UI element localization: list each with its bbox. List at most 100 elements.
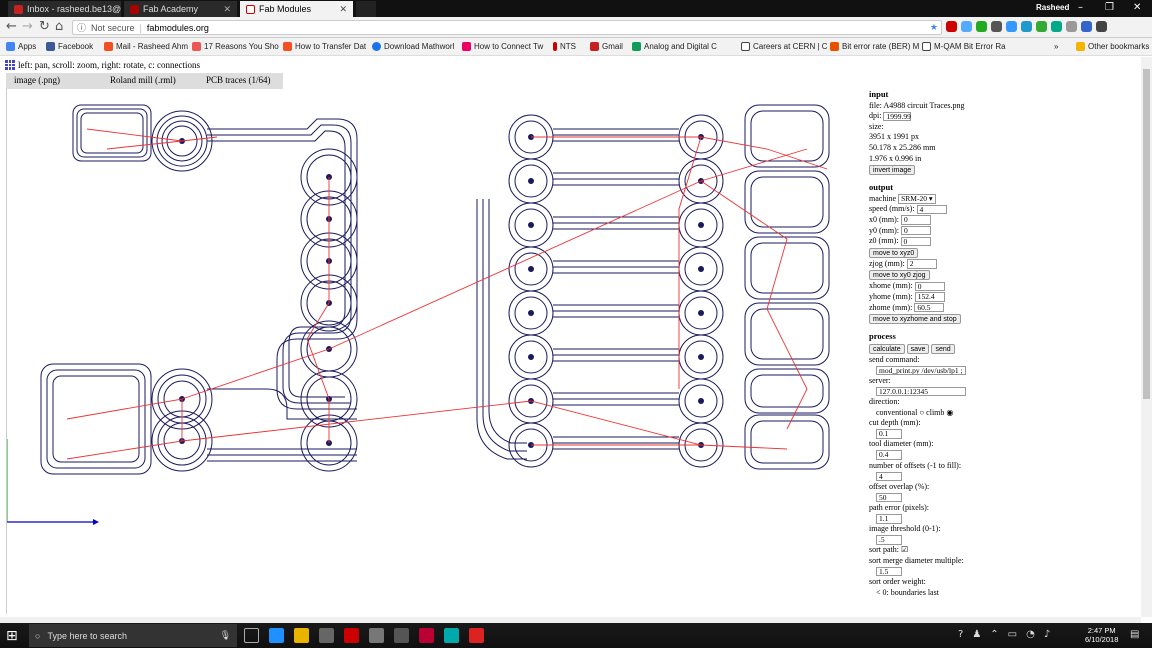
bookmark-mqam[interactable]: M-QAM Bit Error Ra: [922, 42, 1006, 51]
yhome-input[interactable]: 152.4: [914, 292, 945, 302]
extension-icon[interactable]: [1036, 21, 1047, 32]
bookmark-star-icon[interactable]: ★: [930, 22, 938, 33]
bookmark-gmail[interactable]: Gmail: [590, 42, 623, 51]
clock[interactable]: 2:47 PM 6/10/2018: [1085, 626, 1118, 644]
invert-image-button[interactable]: invert image: [869, 165, 916, 176]
offsets-input[interactable]: 4: [876, 471, 902, 482]
send-button[interactable]: send: [931, 343, 955, 354]
z0-input[interactable]: 0: [900, 236, 931, 247]
zhome-input[interactable]: 60.5: [914, 302, 945, 313]
close-icon[interactable]: ✕: [339, 4, 347, 15]
menu-icon[interactable]: [1096, 21, 1107, 32]
conventional-radio[interactable]: ○: [919, 408, 924, 417]
bookmark-ber[interactable]: Bit error rate (BER) M: [830, 42, 919, 51]
server-input[interactable]: 127.0.0.1:12345: [876, 386, 966, 397]
tab-image-png[interactable]: image (.png): [6, 73, 102, 89]
threshold-input[interactable]: .5: [876, 535, 902, 545]
store-icon[interactable]: [319, 628, 334, 643]
extension-icon[interactable]: [991, 21, 1002, 32]
bookmark-cern[interactable]: Careers at CERN | C: [741, 42, 828, 51]
file-explorer-icon[interactable]: [294, 628, 309, 643]
extension-icon[interactable]: [946, 21, 957, 32]
overlap-input[interactable]: 50: [876, 492, 902, 503]
merge-input[interactable]: 1.5: [876, 566, 902, 577]
move-xyzhome-button[interactable]: move to xyzhome and stop: [869, 314, 961, 325]
people-icon[interactable]: ♟: [972, 629, 981, 640]
minimize-icon[interactable]: –: [1078, 2, 1083, 13]
tool-diameter-input[interactable]: 0.4: [876, 450, 902, 460]
info-icon[interactable]: ⓘ: [77, 21, 86, 34]
app-icon[interactable]: [444, 628, 459, 643]
bookmark-mail[interactable]: Mail - Rasheed Ahm: [104, 42, 188, 51]
save-button[interactable]: save: [906, 343, 930, 354]
move-xy0-zjog-button[interactable]: move to xy0 zjog: [869, 270, 930, 281]
task-view-icon[interactable]: [244, 628, 259, 643]
cut-depth-input[interactable]: 0.1: [876, 429, 902, 439]
volume-icon[interactable]: ♪: [1044, 629, 1050, 640]
network-icon[interactable]: ▭: [1008, 629, 1017, 640]
taskbar-search[interactable]: ○ Type here to search 🎙: [29, 624, 237, 647]
machine-select[interactable]: SRM-20 ▾: [898, 194, 936, 204]
notifications-icon[interactable]: ▤: [1130, 629, 1139, 640]
windows-start-icon[interactable]: ⊞: [6, 628, 18, 644]
extension-icon[interactable]: [976, 21, 987, 32]
bookmark-nts[interactable]: NTS: [553, 42, 576, 51]
mail-icon[interactable]: [369, 628, 384, 643]
extension-icon[interactable]: [961, 21, 972, 32]
zjog-input[interactable]: 2: [906, 259, 937, 269]
speed-input[interactable]: 4: [916, 204, 947, 215]
tab-fab-academy[interactable]: Fab Academy ✕: [124, 1, 237, 17]
extension-icon[interactable]: [1021, 21, 1032, 32]
extension-icon[interactable]: [1081, 21, 1092, 32]
wifi-icon[interactable]: ◔: [1026, 629, 1035, 640]
x0-input[interactable]: 0: [901, 215, 931, 225]
reload-icon[interactable]: ↻: [39, 19, 50, 34]
send-command-input[interactable]: mod_print.py /dev/usb/lp1 ;: [876, 365, 966, 376]
home-icon[interactable]: ⌂: [55, 19, 63, 34]
extension-icon[interactable]: [1066, 21, 1077, 32]
path-error-input[interactable]: 1.1: [876, 514, 902, 524]
move-xyz0-button[interactable]: move to xyz0: [869, 247, 919, 258]
tab-fab-modules[interactable]: Fab Modules ✕: [240, 1, 353, 17]
bookmark-transfer[interactable]: How to Transfer Dat: [283, 42, 366, 51]
extension-icon[interactable]: [1051, 21, 1062, 32]
xhome-input[interactable]: 0: [914, 281, 945, 292]
app-icon[interactable]: [394, 628, 409, 643]
bookmark-facebook[interactable]: Facebook: [46, 42, 93, 51]
profile-name[interactable]: Rasheed: [1036, 3, 1069, 12]
bookmark-17-reasons[interactable]: 17 Reasons You Sho: [192, 42, 279, 51]
chrome-icon[interactable]: [419, 628, 434, 643]
calculate-button[interactable]: calculate: [869, 343, 905, 354]
forward-icon[interactable]: →: [22, 19, 33, 34]
tab-inbox[interactable]: Inbox - rasheed.be13@di ✕: [8, 1, 121, 17]
app-icon[interactable]: [469, 628, 484, 643]
tab-pcb-traces[interactable]: PCB traces (1/64): [198, 73, 283, 89]
show-hidden-icon[interactable]: ⌃: [990, 629, 998, 640]
dpi-input[interactable]: 1999.99: [883, 111, 912, 122]
bookmark-mathworks[interactable]: Download Mathworl: [372, 42, 454, 51]
vertical-scrollbar[interactable]: [1141, 57, 1152, 617]
bookmark-connect[interactable]: How to Connect Tw: [462, 42, 543, 51]
toolpath-view[interactable]: [6, 89, 865, 614]
climb-radio[interactable]: ◉: [946, 408, 953, 417]
y0-input[interactable]: 0: [901, 225, 931, 236]
back-icon[interactable]: ←: [6, 19, 17, 34]
close-icon[interactable]: ✕: [223, 4, 231, 15]
extension-icon[interactable]: [1006, 21, 1017, 32]
url-input[interactable]: ⓘ Not secure | fabmodules.org ★: [72, 20, 942, 35]
acrobat-icon[interactable]: [344, 628, 359, 643]
bookmark-apps[interactable]: Apps: [6, 42, 36, 51]
bookmark-other[interactable]: Other bookmarks: [1076, 42, 1149, 51]
microphone-icon[interactable]: 🎙: [220, 630, 231, 641]
bookmarks-overflow-icon[interactable]: »: [1054, 42, 1058, 51]
window-close-icon[interactable]: ✕: [1133, 2, 1141, 13]
new-tab-button[interactable]: [356, 1, 376, 17]
edge-icon[interactable]: [269, 628, 284, 643]
tab-roland-mill[interactable]: Roland mill (.rml): [102, 73, 198, 89]
toolpath-canvas[interactable]: [6, 89, 864, 614]
scroll-thumb[interactable]: [1143, 69, 1150, 399]
bookmark-analog-digital[interactable]: Analog and Digital C: [632, 42, 717, 51]
sort-path-checkbox[interactable]: ☑: [901, 545, 908, 554]
restore-icon[interactable]: ❐: [1105, 2, 1114, 13]
help-icon[interactable]: ?: [958, 629, 963, 640]
